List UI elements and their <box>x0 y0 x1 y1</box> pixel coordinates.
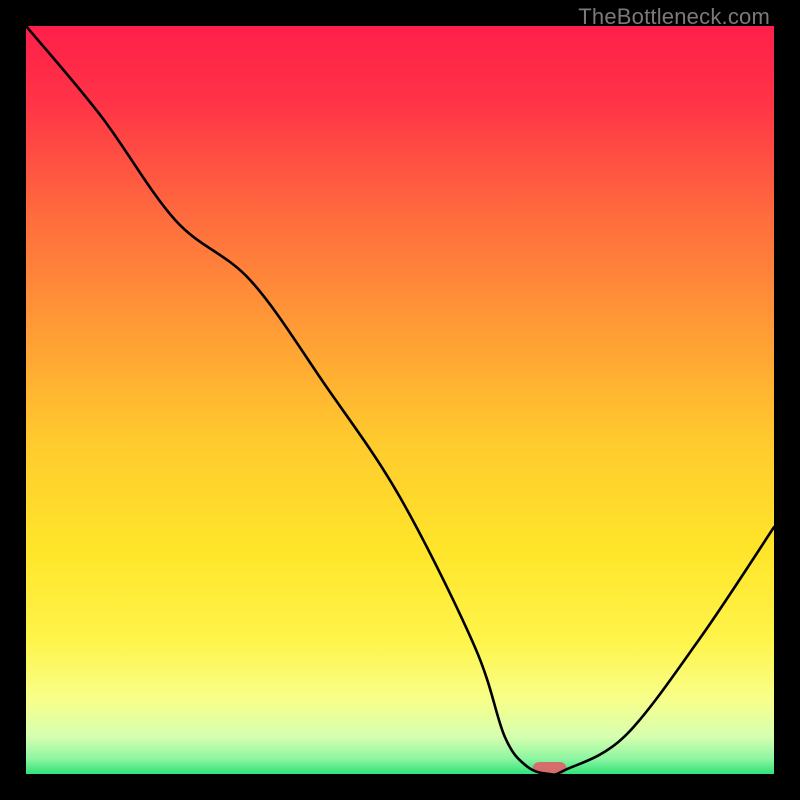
chart-background <box>26 26 774 774</box>
bottleneck-chart <box>26 26 774 774</box>
chart-frame: TheBottleneck.com <box>0 0 800 800</box>
